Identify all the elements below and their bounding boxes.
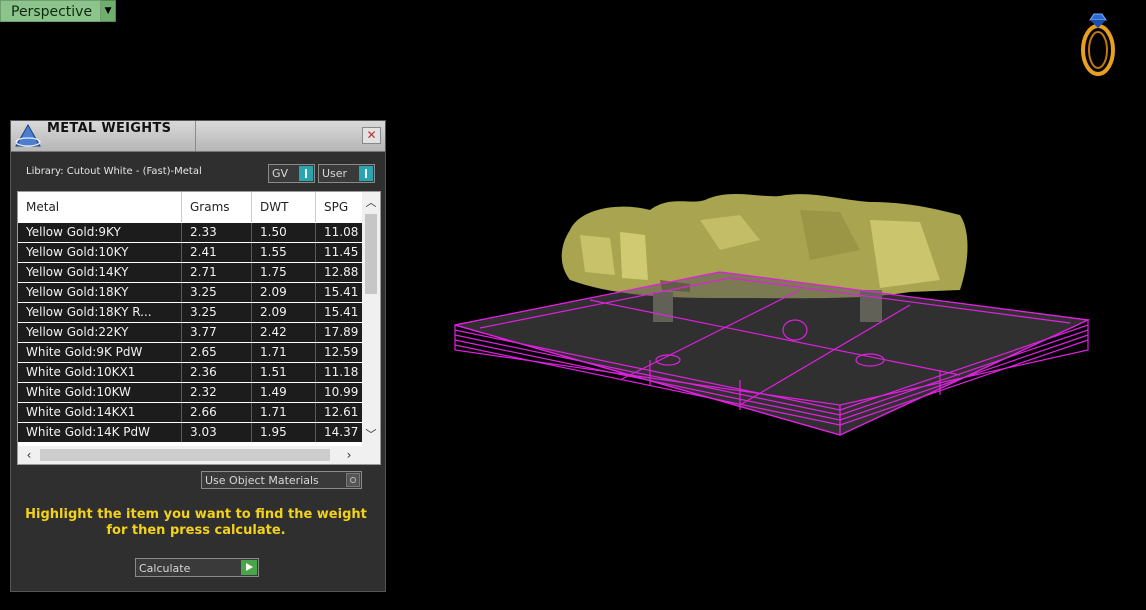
toggle-switch-icon[interactable]: [359, 166, 373, 181]
grams-cell: 2.36: [182, 363, 252, 382]
close-icon[interactable]: ✕: [362, 127, 381, 144]
spg-cell: 12.88: [324, 265, 359, 279]
calculate-label: Calculate: [139, 562, 191, 575]
metal-cell: White Gold:10KW: [18, 383, 182, 402]
grams-cell: 2.66: [182, 403, 252, 422]
column-header-metal[interactable]: Metal: [18, 192, 182, 222]
scroll-up-icon[interactable]: ︿: [362, 194, 380, 212]
table-row[interactable]: Yellow Gold:18KY 3.25 2.09 15.41: [18, 283, 362, 302]
spg-cell: 17.89: [324, 325, 359, 339]
spg-cell: 14.37: [324, 425, 359, 439]
calculate-button[interactable]: Calculate: [135, 558, 259, 577]
table-row[interactable]: White Gold:9K PdW 2.65 1.71 12.59: [18, 343, 362, 362]
user-toggle[interactable]: User: [318, 164, 375, 183]
radio-toggle-icon[interactable]: [346, 473, 360, 487]
metal-cell: Yellow Gold:9KY: [18, 223, 182, 242]
column-header-spg[interactable]: SPG: [316, 192, 362, 222]
metal-weights-panel: METAL WEIGHTS ✕ Library: Cutout White - …: [10, 120, 386, 592]
dwt-cell: 2.42: [252, 323, 316, 342]
vertical-scrollbar[interactable]: ︿ ﹀: [362, 192, 380, 446]
table-rows: Yellow Gold:9KY 2.33 1.50 11.08 Yellow Gold…: [18, 223, 362, 443]
metal-cell: White Gold:14KX1: [18, 403, 182, 422]
dwt-cell: 1.55: [252, 243, 316, 262]
dwt-cell: 1.95: [252, 423, 316, 442]
base-wireframe: [454, 271, 1091, 436]
grams-cell: 2.32: [182, 383, 252, 402]
play-arrow-icon[interactable]: [241, 560, 257, 575]
grams-cell: 2.41: [182, 243, 252, 262]
grams-cell: 3.77: [182, 323, 252, 342]
metal-weights-table: Metal Grams DWT SPG Yellow Gold:9KY 2.33 1…: [17, 191, 381, 465]
instruction-line-1: Highlight the item you want to find the …: [25, 507, 367, 522]
gv-toggle[interactable]: GV: [268, 164, 315, 183]
grams-cell: 3.03: [182, 423, 252, 442]
spg-cell: 12.61: [324, 405, 359, 419]
3d-model-view[interactable]: [440, 180, 1100, 450]
column-header-dwt[interactable]: DWT: [252, 192, 316, 222]
metal-cell: Yellow Gold:10KY: [18, 243, 182, 262]
metal-cell: White Gold:9K PdW: [18, 343, 182, 362]
grams-cell: 3.25: [182, 283, 252, 302]
table-row[interactable]: Yellow Gold:22KY 3.77 2.42 17.89: [18, 323, 362, 342]
dwt-cell: 1.51: [252, 363, 316, 382]
table-row[interactable]: Yellow Gold:10KY 2.41 1.55 11.45: [18, 243, 362, 262]
dwt-cell: 1.50: [252, 223, 316, 242]
use-object-materials-toggle[interactable]: Use Object Materials: [201, 471, 362, 489]
metal-cell: Yellow Gold:22KY: [18, 323, 182, 342]
viewport-view-selector[interactable]: Perspective ▼: [0, 0, 117, 22]
table-row[interactable]: Yellow Gold:9KY 2.33 1.50 11.08: [18, 223, 362, 242]
table-row[interactable]: White Gold:10KW 2.32 1.49 10.99: [18, 383, 362, 402]
panel-title: METAL WEIGHTS: [47, 121, 196, 151]
instruction-line-2: for then press calculate.: [106, 523, 286, 538]
viewport-view-label[interactable]: Perspective: [0, 0, 102, 22]
grams-cell: 2.71: [182, 263, 252, 282]
panel-titlebar[interactable]: METAL WEIGHTS ✕: [11, 121, 385, 152]
spg-cell: 15.41: [324, 305, 359, 319]
gv-toggle-label: GV: [272, 167, 289, 180]
horizontal-scroll-thumb[interactable]: [40, 449, 330, 461]
table-header: Metal Grams DWT SPG: [18, 192, 362, 222]
spg-cell: 10.99: [324, 385, 359, 399]
user-toggle-label: User: [322, 167, 348, 180]
table-row[interactable]: White Gold:10KX1 2.36 1.51 11.18: [18, 363, 362, 382]
table-row[interactable]: White Gold:14KX1 2.66 1.71 12.61: [18, 403, 362, 422]
spg-cell: 11.45: [324, 245, 359, 259]
spg-cell: 15.41: [324, 285, 359, 299]
metal-cell: Yellow Gold:14KY: [18, 263, 182, 282]
ring-navigation-icon[interactable]: [1076, 10, 1120, 78]
spg-cell: 11.18: [324, 365, 359, 379]
metal-cell: Yellow Gold:18KY: [18, 283, 182, 302]
scroll-left-icon[interactable]: ‹: [20, 446, 38, 464]
dwt-cell: 1.49: [252, 383, 316, 402]
use-object-materials-label: Use Object Materials: [205, 474, 319, 487]
vertical-scroll-thumb[interactable]: [365, 214, 377, 294]
dwt-cell: 1.71: [252, 403, 316, 422]
view-dropdown-icon[interactable]: ▼: [101, 0, 117, 22]
library-label: Library: Cutout White - (Fast)-Metal: [26, 166, 202, 177]
table-row[interactable]: White Gold:14K PdW 3.03 1.95 14.37: [18, 423, 362, 442]
scroll-right-icon[interactable]: ›: [340, 446, 358, 464]
spg-cell: 11.08: [324, 225, 359, 239]
dwt-cell: 2.09: [252, 303, 316, 322]
dwt-cell: 2.09: [252, 283, 316, 302]
dwt-cell: 1.75: [252, 263, 316, 282]
table-row[interactable]: Yellow Gold:18KY R... 3.25 2.09 15.41: [18, 303, 362, 322]
metal-cell: White Gold:14K PdW: [18, 423, 182, 442]
table-row[interactable]: Yellow Gold:14KY 2.71 1.75 12.88: [18, 263, 362, 282]
column-header-grams[interactable]: Grams: [182, 192, 252, 222]
instruction-text: Highlight the item you want to find the …: [11, 507, 381, 539]
metal-cell: Yellow Gold:18KY R...: [18, 303, 182, 322]
metal-weights-logo-icon: [15, 123, 41, 147]
spg-cell: 12.59: [324, 345, 359, 359]
grams-cell: 3.25: [182, 303, 252, 322]
scroll-down-icon[interactable]: ﹀: [362, 426, 380, 444]
toggle-switch-icon[interactable]: [299, 166, 313, 181]
dwt-cell: 1.71: [252, 343, 316, 362]
grams-cell: 2.65: [182, 343, 252, 362]
grams-cell: 2.33: [182, 223, 252, 242]
horizontal-scrollbar[interactable]: ‹ ›: [18, 446, 380, 464]
metal-cell: White Gold:10KX1: [18, 363, 182, 382]
